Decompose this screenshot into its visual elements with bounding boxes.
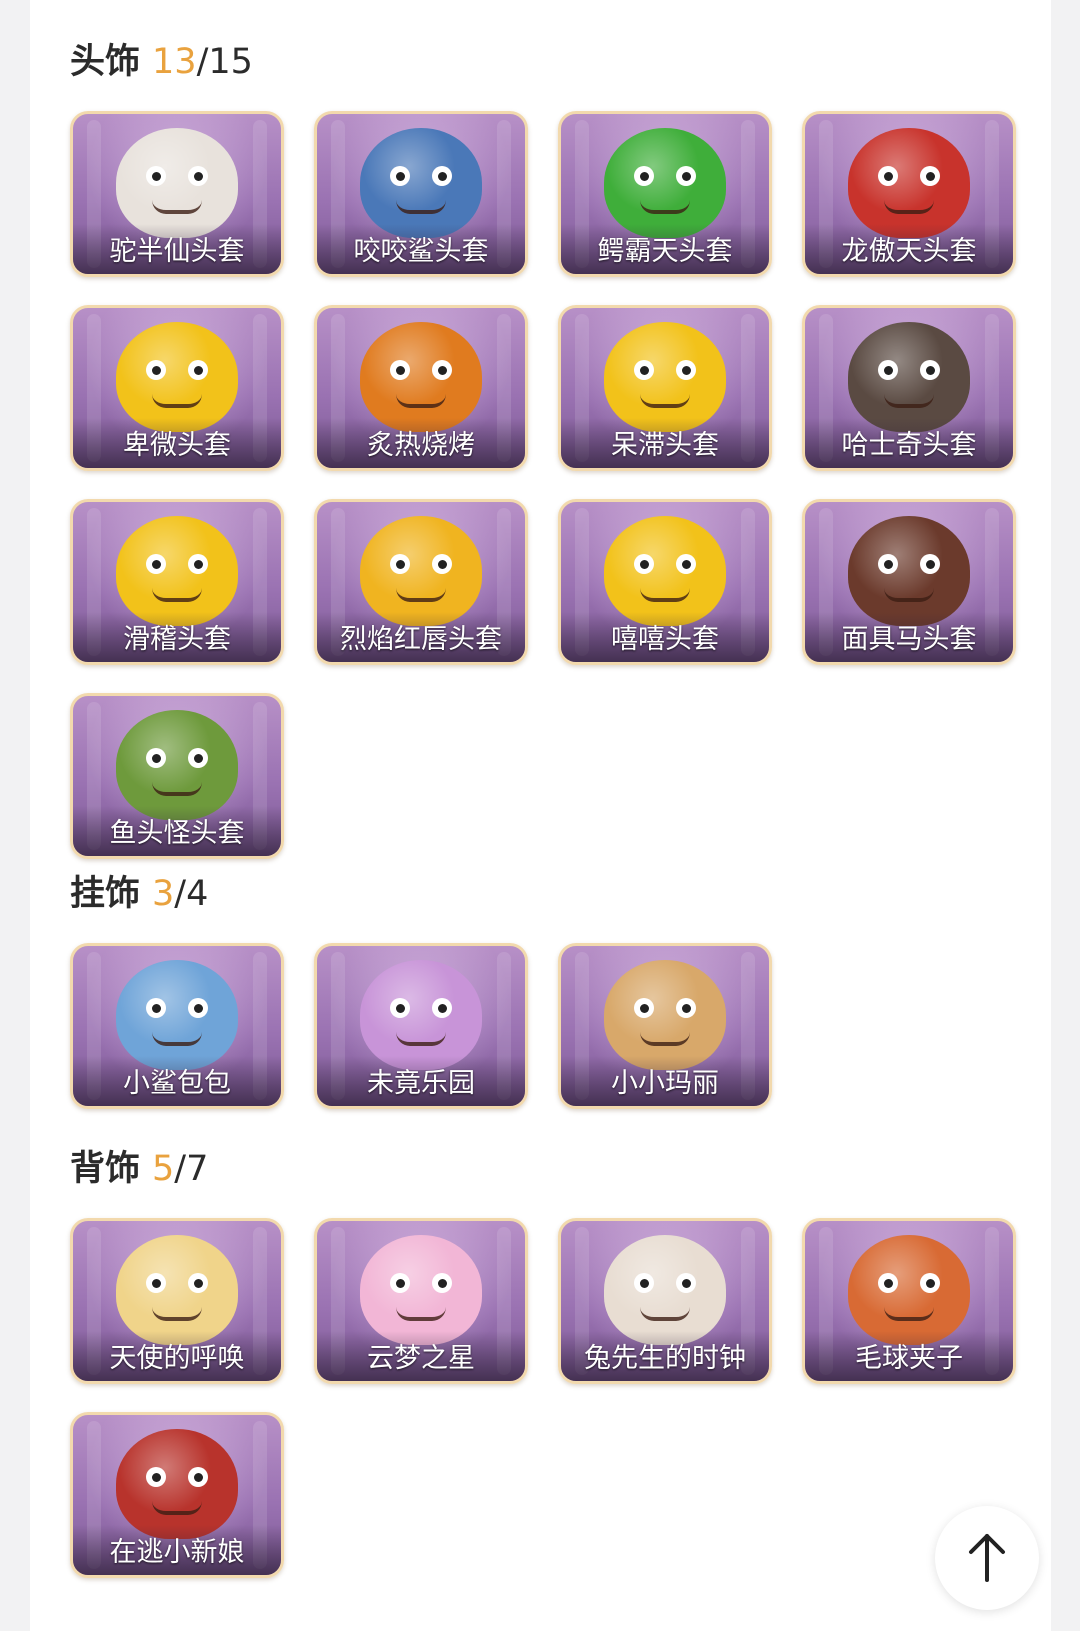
- section-name: 挂饰: [70, 874, 141, 914]
- item-grid: 驼半仙头套 咬咬鲨头套 鳄霸天头套 龙傲天头套卑微头套 炙热烧烤 呆滞头套 哈士奇头套滑稽头…: [70, 111, 1016, 859]
- item-label: 小鲨包包: [123, 1068, 231, 1099]
- item-image: [116, 1235, 238, 1345]
- item-label: 鳄霸天头套: [597, 236, 733, 267]
- item-label: 卑微头套: [123, 430, 231, 461]
- item-label: 天使的呼唤: [109, 1343, 245, 1374]
- section-title: 挂饰 3/4: [70, 869, 208, 919]
- item-label: 在逃小新娘: [109, 1537, 245, 1568]
- item-card[interactable]: 鳄霸天头套: [558, 111, 772, 277]
- item-image: [116, 710, 238, 820]
- section-1: 挂饰 3/4 小鲨包包 未竟乐园 小小玛丽: [30, 869, 1051, 1109]
- item-label: 毛球夹子: [855, 1343, 963, 1374]
- item-card[interactable]: 嘻嘻头套: [558, 499, 772, 665]
- item-image: [604, 960, 726, 1070]
- item-image: [604, 322, 726, 432]
- item-image: [604, 128, 726, 238]
- item-image: [360, 960, 482, 1070]
- item-label: 呆滞头套: [611, 430, 719, 461]
- item-label: 鱼头怪头套: [109, 818, 245, 849]
- section-name: 头饰: [70, 42, 141, 82]
- item-card[interactable]: 兔先生的时钟: [558, 1218, 772, 1384]
- owned-count: 3: [152, 874, 175, 914]
- item-card[interactable]: 滑稽头套: [70, 499, 284, 665]
- section-title: 头饰 13/15: [70, 37, 253, 87]
- item-image: [848, 516, 970, 626]
- item-image: [116, 322, 238, 432]
- item-image: [604, 516, 726, 626]
- item-label: 未竟乐园: [367, 1068, 475, 1099]
- item-image: [116, 128, 238, 238]
- item-label: 小小玛丽: [611, 1068, 719, 1099]
- item-card[interactable]: 咬咬鲨头套: [314, 111, 528, 277]
- owned-count: 13: [152, 42, 197, 82]
- item-grid: 天使的呼唤 云梦之星 兔先生的时钟 毛球夹子在逃小新娘: [70, 1218, 1016, 1578]
- item-card[interactable]: 面具马头套: [802, 499, 1016, 665]
- count-separator: /: [174, 874, 187, 914]
- total-count: 4: [186, 874, 209, 914]
- total-count: 15: [208, 42, 253, 82]
- item-image: [848, 322, 970, 432]
- item-card[interactable]: 毛球夹子: [802, 1218, 1016, 1384]
- item-label: 炙热烧烤: [367, 430, 475, 461]
- item-image: [360, 128, 482, 238]
- item-card[interactable]: 云梦之星: [314, 1218, 528, 1384]
- item-image: [360, 1235, 482, 1345]
- count-separator: /: [174, 1149, 187, 1189]
- item-image: [116, 516, 238, 626]
- item-card[interactable]: 烈焰红唇头套: [314, 499, 528, 665]
- item-card[interactable]: 小小玛丽: [558, 943, 772, 1109]
- item-image: [848, 128, 970, 238]
- item-card[interactable]: 未竟乐园: [314, 943, 528, 1109]
- item-card[interactable]: 哈士奇头套: [802, 305, 1016, 471]
- item-card[interactable]: 在逃小新娘: [70, 1412, 284, 1578]
- total-count: 7: [186, 1149, 209, 1189]
- item-label: 烈焰红唇头套: [340, 624, 502, 655]
- item-label: 面具马头套: [841, 624, 977, 655]
- item-card[interactable]: 天使的呼唤: [70, 1218, 284, 1384]
- section-title: 背饰 5/7: [70, 1144, 208, 1194]
- item-card[interactable]: 炙热烧烤: [314, 305, 528, 471]
- item-card[interactable]: 小鲨包包: [70, 943, 284, 1109]
- item-card[interactable]: 龙傲天头套: [802, 111, 1016, 277]
- section-name: 背饰: [70, 1149, 141, 1189]
- owned-count: 5: [152, 1149, 175, 1189]
- section-2: 背饰 5/7 天使的呼唤 云梦之星 兔先生的时钟 毛球夹子在逃小新娘: [30, 1144, 1051, 1578]
- item-label: 龙傲天头套: [841, 236, 977, 267]
- item-card[interactable]: 卑微头套: [70, 305, 284, 471]
- collection-panel: 头饰 13/15 驼半仙头套 咬咬鲨头套 鳄霸天头套 龙傲天头套 卑微头套 炙热烧烤 呆滞头套哈…: [30, 0, 1051, 1631]
- count-separator: /: [196, 42, 209, 82]
- item-image: [360, 322, 482, 432]
- item-grid: 小鲨包包 未竟乐园 小小玛丽: [70, 943, 1014, 1109]
- item-image: [848, 1235, 970, 1345]
- item-image: [116, 960, 238, 1070]
- item-label: 哈士奇头套: [841, 430, 977, 461]
- item-label: 驼半仙头套: [109, 236, 245, 267]
- item-card[interactable]: 呆滞头套: [558, 305, 772, 471]
- item-image: [604, 1235, 726, 1345]
- back-to-top-button[interactable]: [935, 1506, 1039, 1610]
- item-label: 云梦之星: [367, 1343, 475, 1374]
- section-0: 头饰 13/15 驼半仙头套 咬咬鲨头套 鳄霸天头套 龙傲天头套卑微头套 炙热烧烤 呆滞头套 哈…: [30, 37, 1051, 859]
- item-label: 嘻嘻头套: [611, 624, 719, 655]
- item-card[interactable]: 驼半仙头套: [70, 111, 284, 277]
- arrow-up-icon: [969, 1534, 1005, 1582]
- item-image: [360, 516, 482, 626]
- item-image: [116, 1429, 238, 1539]
- item-label: 咬咬鲨头套: [353, 236, 489, 267]
- item-card[interactable]: 鱼头怪头套: [70, 693, 284, 859]
- item-label: 兔先生的时钟: [584, 1343, 746, 1374]
- item-label: 滑稽头套: [123, 624, 231, 655]
